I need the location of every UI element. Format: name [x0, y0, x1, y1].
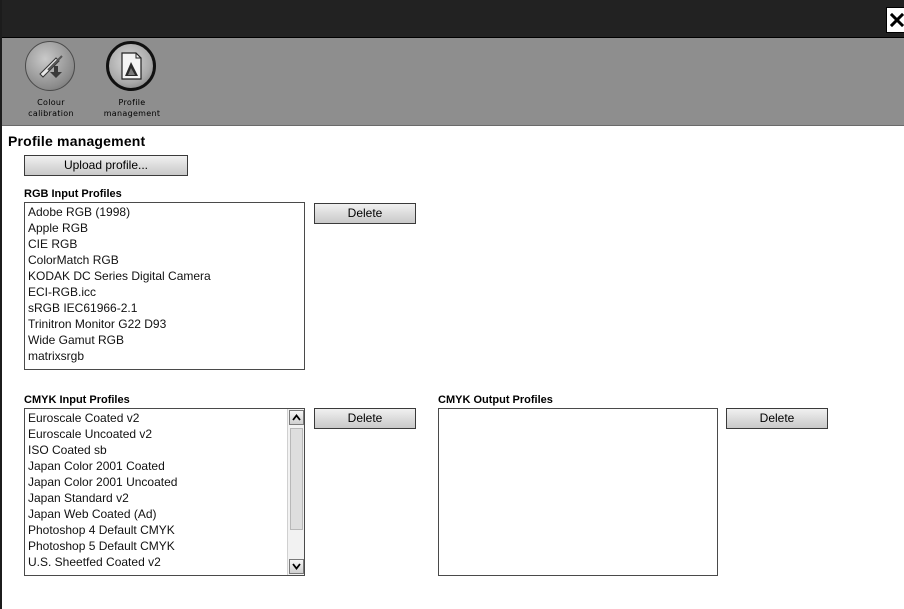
page-title: Profile management [8, 133, 146, 149]
upload-profile-button[interactable]: Upload profile... [24, 155, 188, 176]
close-icon [890, 13, 904, 27]
tool-label-line1: Colour [37, 98, 65, 107]
list-item[interactable]: Photoshop 4 Default CMYK [25, 522, 304, 538]
toolbar: Colour calibration Profile management [2, 38, 904, 126]
list-item[interactable]: Japan Color 2001 Coated [25, 458, 304, 474]
tool-label-line2: management [103, 109, 161, 118]
profile-window: Colour calibration Profile management Pr… [0, 0, 904, 609]
list-item[interactable]: Photoshop 5 Default CMYK [25, 538, 304, 554]
list-item[interactable]: Japan Standard v2 [25, 490, 304, 506]
list-item[interactable]: ISO Coated sb [25, 442, 304, 458]
list-item[interactable]: Euroscale Uncoated v2 [25, 426, 304, 442]
profile-management-tool[interactable]: Profile management [96, 41, 168, 125]
tool-label-line1: Profile [118, 98, 146, 107]
scroll-thumb[interactable] [290, 428, 303, 530]
colour-calibration-tool[interactable]: Colour calibration [15, 41, 87, 125]
colour-calibration-icon [25, 41, 75, 91]
cmyk-output-delete-button[interactable]: Delete [726, 408, 828, 429]
chevron-down-icon [292, 563, 301, 570]
chevron-up-icon [292, 414, 301, 421]
list-item[interactable]: Apple RGB [25, 220, 304, 236]
title-bar [2, 0, 904, 38]
scroll-up-button[interactable] [289, 410, 304, 425]
rgb-input-list[interactable]: Adobe RGB (1998) Apple RGB CIE RGB Color… [24, 202, 305, 370]
cmyk-input-label: CMYK Input Profiles [24, 394, 130, 406]
close-button[interactable] [886, 7, 904, 33]
list-item[interactable]: KODAK DC Series Digital Camera [25, 268, 304, 284]
cmyk-output-list[interactable] [438, 408, 718, 576]
cmyk-input-list[interactable]: Euroscale Coated v2 Euroscale Uncoated v… [24, 408, 305, 576]
list-item[interactable]: U.S. Sheetfed Coated v2 [25, 554, 304, 570]
profile-management-icon [106, 41, 156, 91]
list-item[interactable]: Adobe RGB (1998) [25, 204, 304, 220]
list-item[interactable]: CIE RGB [25, 236, 304, 252]
cmyk-input-scrollbar[interactable] [287, 409, 304, 575]
list-item[interactable]: Trinitron Monitor G22 D93 [25, 316, 304, 332]
list-item[interactable]: Wide Gamut RGB [25, 332, 304, 348]
cmyk-output-label: CMYK Output Profiles [438, 394, 553, 406]
tool-label-line2: calibration [28, 109, 74, 118]
list-item[interactable]: matrixsrgb [25, 348, 304, 364]
list-item[interactable]: Euroscale Coated v2 [25, 410, 304, 426]
scroll-down-button[interactable] [289, 559, 304, 574]
list-item[interactable]: ECI-RGB.icc [25, 284, 304, 300]
cmyk-input-delete-button[interactable]: Delete [314, 408, 416, 429]
list-item[interactable]: sRGB IEC61966-2.1 [25, 300, 304, 316]
list-item[interactable]: Japan Web Coated (Ad) [25, 506, 304, 522]
rgb-delete-button[interactable]: Delete [314, 203, 416, 224]
list-item[interactable]: Japan Color 2001 Uncoated [25, 474, 304, 490]
list-item[interactable]: ColorMatch RGB [25, 252, 304, 268]
rgb-input-label: RGB Input Profiles [24, 188, 122, 200]
